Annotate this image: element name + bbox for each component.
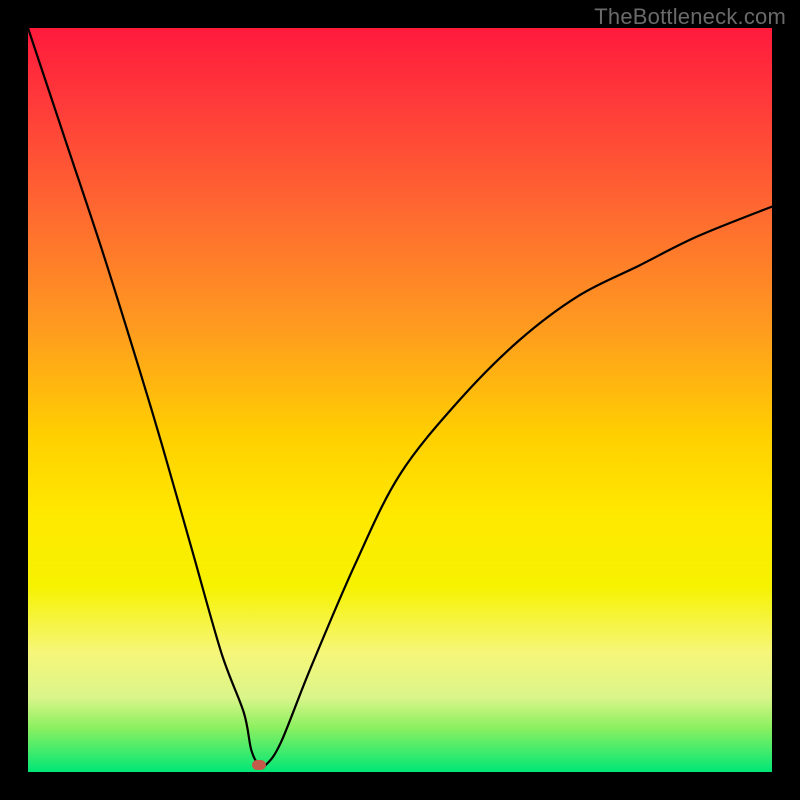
attribution-label: TheBottleneck.com — [594, 4, 786, 30]
plot-area — [28, 28, 772, 772]
optimum-marker — [252, 760, 266, 770]
bottleneck-curve — [28, 28, 772, 772]
chart-container: TheBottleneck.com — [0, 0, 800, 800]
